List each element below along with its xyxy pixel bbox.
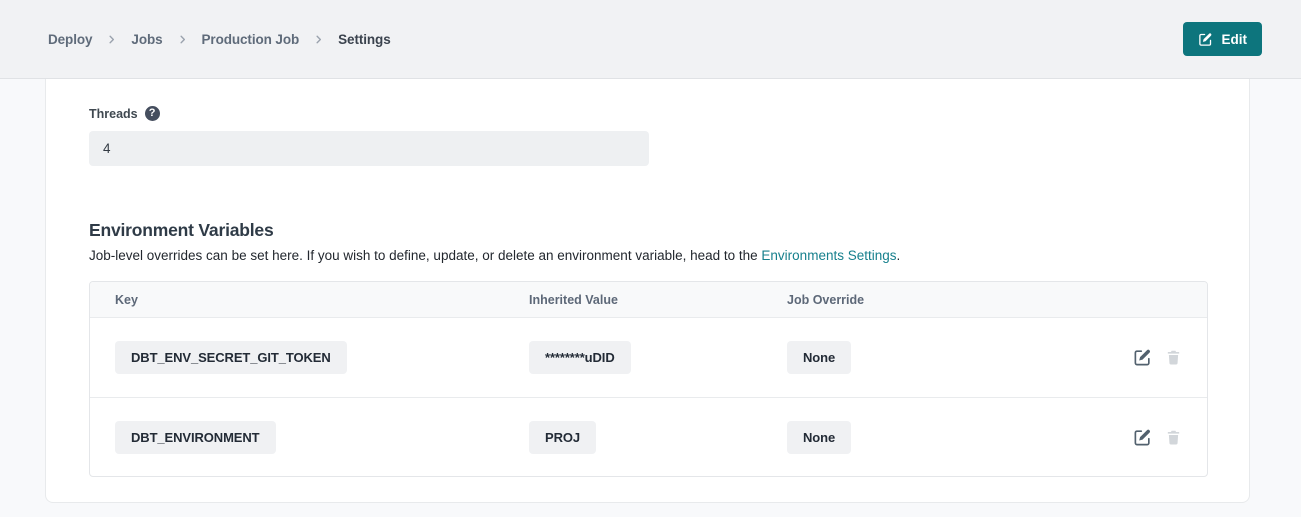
column-header-inherited-value: Inherited Value [529, 293, 787, 307]
column-header-job-override: Job Override [787, 293, 1112, 307]
env-var-job-override-chip: None [787, 341, 851, 374]
pen-square-icon[interactable] [1133, 348, 1152, 367]
breadcrumb-item-jobs[interactable]: Jobs [131, 32, 162, 47]
env-var-key-chip: DBT_ENVIRONMENT [115, 421, 276, 454]
env-var-inherited-value-chip: ********uDID [529, 341, 631, 374]
breadcrumb-item-deploy[interactable]: Deploy [48, 32, 92, 47]
table-row: DBT_ENVIRONMENT PROJ None [90, 397, 1207, 476]
column-header-key: Key [115, 293, 529, 307]
chevron-right-icon [106, 34, 117, 45]
question-circle-icon[interactable]: ? [145, 106, 160, 121]
env-vars-table: Key Inherited Value Job Override DBT_ENV… [89, 281, 1208, 477]
edit-button-label: Edit [1222, 32, 1248, 47]
description-text: Job-level overrides can be set here. If … [89, 248, 761, 263]
env-var-job-override-chip: None [787, 421, 851, 454]
edit-button[interactable]: Edit [1183, 22, 1263, 56]
env-var-key-chip: DBT_ENV_SECRET_GIT_TOKEN [115, 341, 347, 374]
trash-icon[interactable] [1165, 349, 1182, 366]
chevron-right-icon [313, 34, 324, 45]
table-row: DBT_ENV_SECRET_GIT_TOKEN ********uDID No… [90, 318, 1207, 397]
env-vars-description: Job-level overrides can be set here. If … [89, 248, 1249, 263]
environments-settings-link[interactable]: Environments Settings [761, 248, 896, 263]
breadcrumb-item-production-job[interactable]: Production Job [202, 32, 300, 47]
table-header-row: Key Inherited Value Job Override [90, 282, 1207, 318]
threads-input[interactable] [89, 131, 649, 166]
env-vars-title: Environment Variables [89, 220, 1249, 241]
threads-label: Threads [89, 107, 138, 121]
pen-square-icon[interactable] [1133, 428, 1152, 447]
settings-panel: Threads ? Environment Variables Job-leve… [45, 79, 1250, 503]
trash-icon[interactable] [1165, 429, 1182, 446]
description-period: . [897, 248, 901, 263]
pen-square-icon [1198, 32, 1213, 47]
chevron-right-icon [177, 34, 188, 45]
top-bar: Deploy Jobs Production Job Settings Edit [0, 0, 1301, 79]
env-var-inherited-value-chip: PROJ [529, 421, 596, 454]
breadcrumb-item-settings[interactable]: Settings [338, 32, 390, 47]
breadcrumb: Deploy Jobs Production Job Settings [48, 32, 391, 47]
